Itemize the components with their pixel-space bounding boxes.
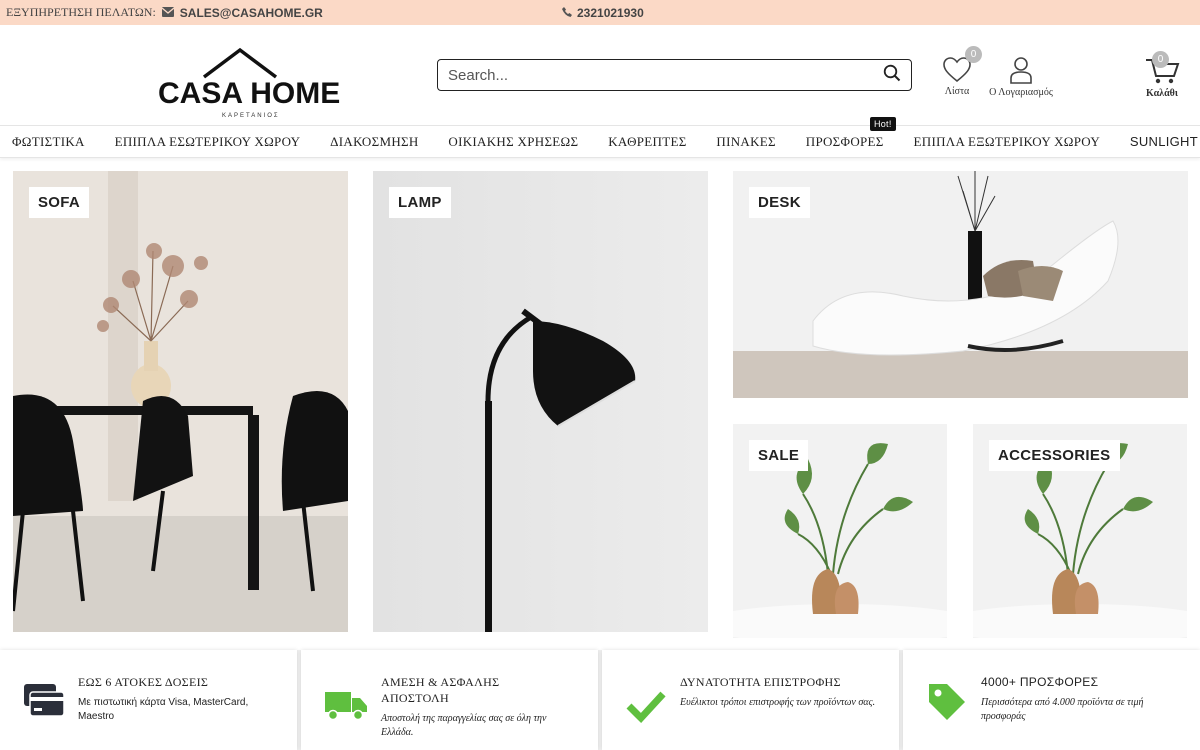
customer-service-label: ΕΞΥΠΗΡΕΤΗΣΗ ΠΕΛΑΤΩΝ: [6,5,156,19]
tag-icon [929,684,965,720]
header: CASA HOME ΚΑΡΕΤΑΝΙΟΣ Λίστα 0 Ο Λογαριασμ… [0,25,1200,125]
feature-description: Ευέλικτοι τρόποι επιστροφής των προϊόντω… [680,697,876,708]
user-icon [1010,57,1032,84]
nav-item-outdoor-furniture[interactable]: ΕΠΙΠΛΑ ΕΞΩΤΕΡΙΚΟΥ ΧΩΡΟΥ [914,134,1101,150]
category-tile-sale[interactable]: SALE [733,424,947,638]
feature-description: Αποστολή της παραγγελίας σας σε όλη την … [381,713,547,738]
feature-title: ΔΥΝΑΤΟΤΗΤΑ ΕΠΙΣΤΡΟΦΗΣ [680,675,841,689]
nav-item-offers-label: ΠΡΟΣΦΟΡΕΣ [805,133,884,149]
feature-title: ΕΩΣ 6 ΑΤΟΚΕΣ ΔΟΣΕΙΣ [78,675,209,689]
category-tile-lamp[interactable]: LAMP [373,171,708,632]
feature-description: Περισσότερα από 4.000 προϊόντα σε τιμή π… [981,697,1144,722]
search-bar [437,59,912,91]
wishlist-button[interactable]: Λίστα 0 [936,46,982,97]
account-label: Ο Λογαριασμός [989,87,1053,98]
feature-installments: ΕΩΣ 6 ΑΤΟΚΕΣ ΔΟΣΕΙΣ Με πιστωτική κάρτα V… [0,650,297,750]
category-tile-accessories[interactable]: ACCESSORIES [973,424,1187,638]
nav-item-lighting[interactable]: ΦΩΤΙΣΤΙΚΑ [12,134,85,150]
phone-link[interactable]: 2321021930 [577,6,644,20]
account-button[interactable]: Ο Λογαριασμός [984,56,1058,98]
nav-item-household[interactable]: ΟΙΚΙΑΚΗΣ ΧΡΗΣΕΩΣ [448,134,578,150]
category-label-lamp: LAMP [389,187,451,218]
nav-item-sunlight[interactable]: SUNLIGHT [1130,134,1198,149]
category-label-accessories: ACCESSORIES [989,440,1120,471]
search-input[interactable] [448,66,883,84]
cart-button[interactable]: Καλάθι 0 [1141,51,1183,99]
checkmark-icon [626,691,666,724]
feature-title: 4000+ ΠΡΟΣΦΟΡΕΣ [981,675,1099,689]
feature-description: Με πιστωτική κάρτα Visa, MasterCard, Mae… [78,697,249,722]
category-tile-sofa[interactable]: SOFA [13,171,348,632]
cart-label: Καλάθι [1146,88,1178,99]
truck-icon [325,692,367,721]
dining-scene-image [13,171,348,632]
feature-title: ΑΜΕΣΗ & ΑΣΦΑΛΗΣ ΑΠΟΣΤΟΛΗ [381,675,500,705]
logo[interactable]: CASA HOME ΚΑΡΕΤΑΝΙΟΣ [158,45,340,143]
wishlist-label: Λίστα [944,86,970,97]
category-label-sale: SALE [749,440,809,471]
hot-badge: Hot! [869,116,896,131]
feature-offers: 4000+ ΠΡΟΣΦΟΡΕΣ Περισσότερα από 4.000 πρ… [903,650,1200,750]
logo-brand: CASA HOME [158,77,341,110]
envelope-icon [161,6,175,20]
nav-item-paintings[interactable]: ΠΙΝΑΚΕΣ [716,134,776,150]
phone-icon [562,6,572,20]
cart-count-badge: 0 [1152,51,1169,68]
category-label-sofa: SOFA [29,187,90,218]
top-bar: ΕΞΥΠΗΡΕΤΗΣΗ ΠΕΛΑΤΩΝ: SALES@CASAHOME.GR 2… [0,0,1200,25]
credit-card-icon [24,684,64,717]
nav-item-decoration[interactable]: ΔΙΑΚΟΣΜΗΣΗ [330,134,418,150]
features-bar: ΕΩΣ 6 ΑΤΟΚΕΣ ΔΟΣΕΙΣ Με πιστωτική κάρτα V… [0,650,1200,750]
email-link[interactable]: SALES@CASAHOME.GR [180,6,323,20]
search-icon[interactable] [883,64,901,87]
category-tile-desk[interactable]: DESK [733,171,1188,398]
nav-item-mirrors[interactable]: ΚΑΘΡΕΠΤΕΣ [608,134,686,150]
feature-shipping: ΑΜΕΣΗ & ΑΣΦΑΛΗΣ ΑΠΟΣΤΟΛΗ Αποστολή της πα… [301,650,598,750]
wishlist-count-badge: 0 [965,46,982,63]
floor-lamp-image [373,171,708,632]
category-label-desk: DESK [749,187,810,218]
logo-subtitle: ΚΑΡΕΤΑΝΙΟΣ [222,113,280,119]
nav-item-offers[interactable]: ΠΡΟΣΦΟΡΕΣ Hot! [805,116,896,150]
nav-item-indoor-furniture[interactable]: ΕΠΙΠΛΑ ΕΣΩΤΕΡΙΚΟΥ ΧΩΡΟΥ [115,134,301,150]
feature-returns: ΔΥΝΑΤΟΤΗΤΑ ΕΠΙΣΤΡΟΦΗΣ Ευέλικτοι τρόποι ε… [602,650,899,750]
heart-icon [943,57,971,83]
logo-roof-icon [202,47,278,79]
